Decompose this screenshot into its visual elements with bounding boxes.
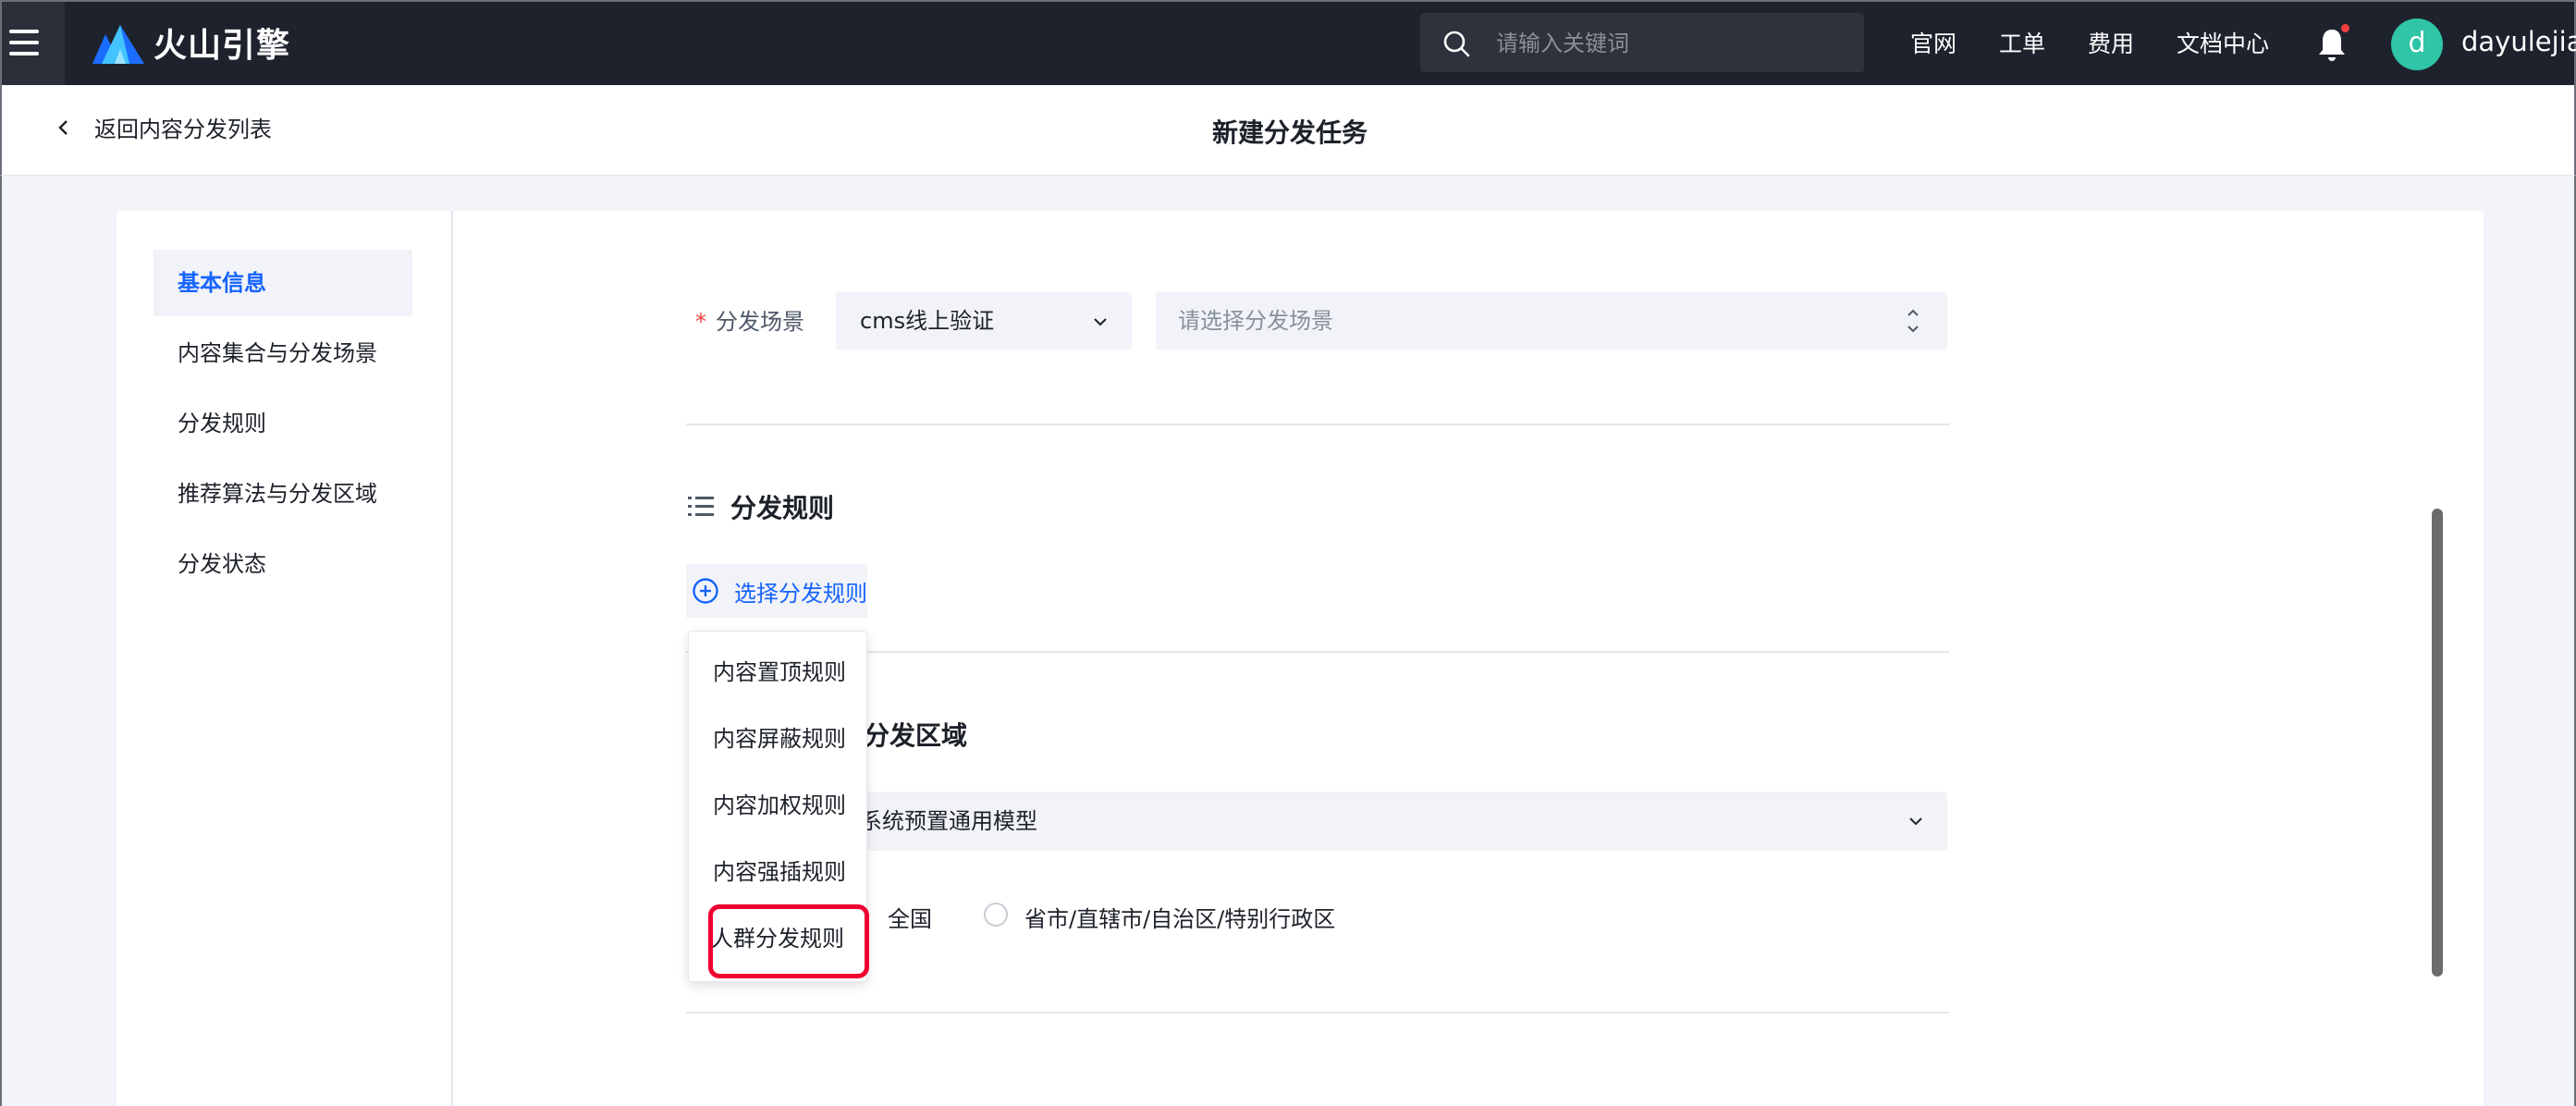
top-bar: 火山引擎 官网 工单 费用 文档中心 d dayulejia <box>0 0 2576 85</box>
highlight-box <box>708 904 869 978</box>
algorithm-model-value: 系统预置通用模型 <box>860 808 1037 834</box>
algorithm-model-select[interactable]: 系统预置通用模型 <box>851 792 1947 851</box>
menu-button[interactable] <box>2 2 65 85</box>
scene-type-select[interactable]: cms线上验证 <box>836 292 1132 350</box>
logo[interactable]: 火山引擎 <box>92 20 290 65</box>
logo-text: 火山引擎 <box>153 27 291 65</box>
search-input[interactable] <box>1494 24 1849 63</box>
dropdown-item-block-rule[interactable]: 内容屏蔽规则 <box>689 709 866 768</box>
volcano-logo-icon <box>92 25 144 64</box>
divider <box>686 424 1949 425</box>
plus-circle-icon <box>693 578 718 604</box>
nav-tickets[interactable]: 工单 <box>1999 26 2045 59</box>
region-radio-province[interactable] <box>984 903 1008 927</box>
select-rule-button[interactable]: 选择分发规则 <box>686 564 867 618</box>
username[interactable]: dayulejia <box>2461 26 2576 57</box>
nav-docs-center[interactable]: 文档中心 <box>2177 26 2269 59</box>
region-option-nationwide[interactable]: 全国 <box>888 901 932 933</box>
dropdown-item-pin-rule[interactable]: 内容置顶规则 <box>689 643 866 702</box>
chevron-down-icon <box>1909 817 1922 826</box>
frame-left <box>0 176 2 1106</box>
scrollbar-thumb[interactable] <box>2432 509 2443 977</box>
dropdown-item-boost-rule[interactable]: 内容加权规则 <box>689 776 866 835</box>
required-mark: * <box>695 309 706 335</box>
up-down-icon <box>1907 309 1919 333</box>
rules-title: 分发规则 <box>730 493 835 523</box>
notification-dot <box>2341 24 2349 32</box>
algo-region-title: 分发区域 <box>864 720 968 751</box>
chevron-down-icon <box>1094 318 1107 326</box>
scene-select-placeholder: 请选择分发场景 <box>1178 308 1333 334</box>
select-rule-label: 选择分发规则 <box>734 580 867 607</box>
scene-select[interactable]: 请选择分发场景 <box>1156 292 1947 350</box>
nav-billing[interactable]: 费用 <box>2088 26 2134 59</box>
step-distribution-status[interactable]: 分发状态 <box>153 531 412 597</box>
list-icon <box>688 497 714 516</box>
divider <box>686 651 1949 653</box>
step-algorithm-region[interactable]: 推荐算法与分发区域 <box>153 461 412 527</box>
scene-label-text: 分发场景 <box>716 309 804 335</box>
sub-header: 返回内容分发列表 新建分发任务 <box>0 85 2576 176</box>
region-option-province[interactable]: 省市/直辖市/自治区/特别行政区 <box>1024 901 1335 933</box>
nav-official-site[interactable]: 官网 <box>1910 26 1957 59</box>
step-nav: 基本信息 内容集合与分发场景 分发规则 推荐算法与分发区域 分发状态 <box>117 211 453 1106</box>
search-box[interactable] <box>1420 13 1864 72</box>
step-distribution-rules[interactable]: 分发规则 <box>153 390 412 457</box>
avatar[interactable]: d <box>2391 18 2443 70</box>
scene-label: * 分发场景 <box>695 303 804 336</box>
step-basic-info[interactable]: 基本信息 <box>153 250 412 316</box>
search-icon <box>1443 31 1470 57</box>
dropdown-item-insert-rule[interactable]: 内容强插规则 <box>689 842 866 902</box>
page-title: 新建分发任务 <box>1211 117 1368 148</box>
scene-type-value: cms线上验证 <box>860 308 995 334</box>
step-content-collection[interactable]: 内容集合与分发场景 <box>153 320 412 387</box>
divider <box>686 1012 1949 1014</box>
rules-section-title: 分发规则 <box>688 488 834 525</box>
